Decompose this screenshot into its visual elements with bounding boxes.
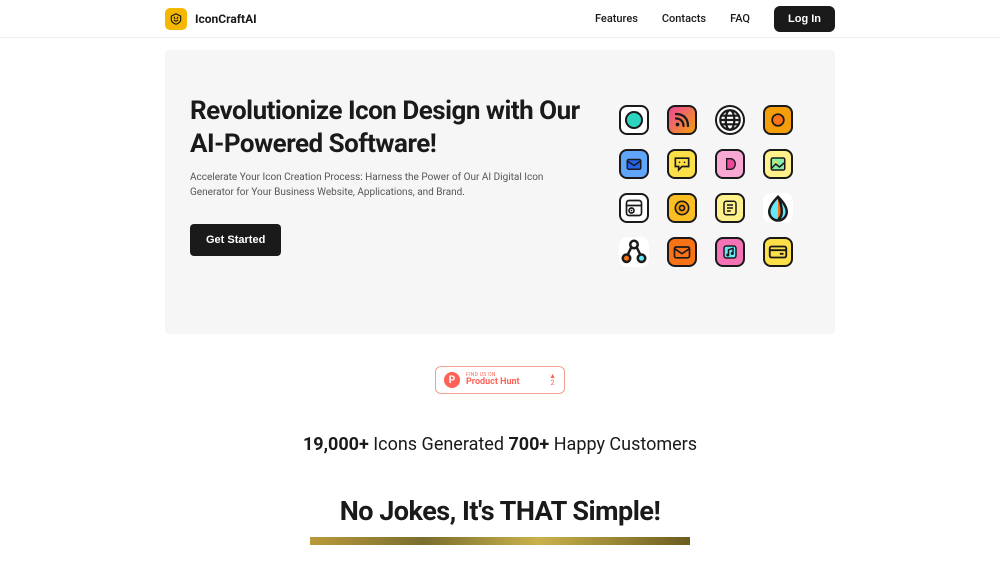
nav-features[interactable]: Features [595, 12, 638, 25]
nav-faq[interactable]: FAQ [730, 12, 750, 25]
product-hunt-upvote: ▲2 [549, 373, 556, 387]
sample-icon-rss [667, 105, 697, 135]
sample-icon-image [763, 149, 793, 179]
hero-content: Revolutionize Icon Design with Our AI-Po… [190, 95, 590, 256]
header: IconCraftAI Features Contacts FAQ Log In [0, 0, 1000, 38]
nav: Features Contacts FAQ Log In [595, 6, 835, 32]
product-hunt-text: FIND US ON Product Hunt [466, 373, 543, 387]
stat-icons-label: Icons Generated [369, 434, 509, 455]
brand[interactable]: IconCraftAI [165, 8, 257, 30]
sample-icon-nodes [619, 237, 649, 267]
product-hunt-name: Product Hunt [466, 378, 543, 387]
product-hunt-icon: P [444, 372, 460, 388]
sample-icon-target [763, 105, 793, 135]
stat-icons-count: 19,000+ [303, 434, 369, 455]
sample-icon-envelope [667, 237, 697, 267]
sample-icon-globe [715, 105, 745, 135]
sample-icon-droplet [763, 193, 793, 223]
sample-icon-letter-d [715, 149, 745, 179]
sample-icon-music-disc [667, 193, 697, 223]
sample-icon-list [715, 193, 745, 223]
product-hunt-badge[interactable]: P FIND US ON Product Hunt ▲2 [435, 366, 565, 394]
get-started-button[interactable]: Get Started [190, 224, 281, 256]
hero-subtitle: Accelerate Your Icon Creation Process: H… [190, 170, 580, 200]
stat-customers-count: 700+ [508, 434, 549, 455]
brand-name: IconCraftAI [195, 12, 257, 26]
login-button[interactable]: Log In [774, 6, 835, 32]
sample-icon-mail [619, 149, 649, 179]
sample-icon-chat [667, 149, 697, 179]
sample-icon-music-note [715, 237, 745, 267]
nav-contacts[interactable]: Contacts [662, 12, 706, 25]
simple-heading: No Jokes, It's THAT Simple! [0, 495, 1000, 527]
sample-icon-radio [619, 193, 649, 223]
stats-line: 19,000+ Icons Generated 700+ Happy Custo… [0, 434, 1000, 455]
product-hunt-upvote-count: 2 [551, 379, 555, 387]
video-preview[interactable] [310, 537, 690, 545]
stat-customers-label: Happy Customers [549, 434, 697, 455]
sample-icon-card [763, 237, 793, 267]
hero-title: Revolutionize Icon Design with Our AI-Po… [190, 95, 590, 160]
brand-logo-icon [165, 8, 187, 30]
sample-icon-circle [619, 105, 649, 135]
hero: Revolutionize Icon Design with Our AI-Po… [165, 50, 835, 334]
icon-showcase-grid [619, 105, 793, 267]
